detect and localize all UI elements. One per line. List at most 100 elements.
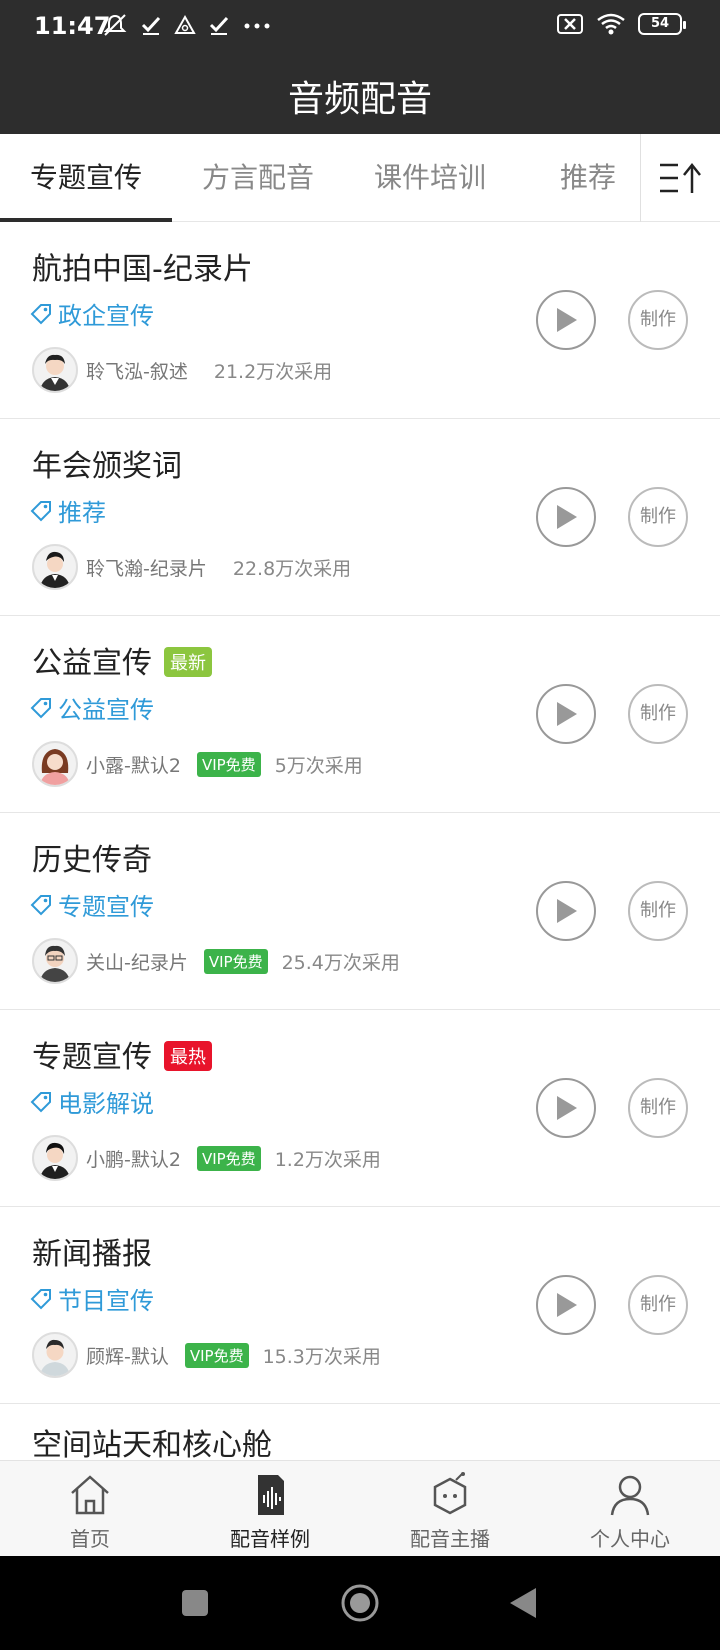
vip-free-badge: VIP免费 — [196, 751, 261, 777]
speaker-name: 聆飞泓-叙述 — [86, 360, 188, 383]
usage-count: 21.2万次采用 — [213, 360, 333, 383]
app-screen: 11:47 54 音频配音 专题宣传 方言配音 课件培训 推荐 航拍中国-纪录片… — [0, 0, 720, 1650]
item-title: 航拍中国-纪录片 — [32, 252, 253, 287]
wifi-icon — [597, 13, 625, 35]
nav-audio-samples[interactable]: 配音样例 — [180, 1461, 360, 1557]
make-button[interactable]: 制作 — [628, 684, 688, 744]
anchor-icon — [433, 1472, 467, 1515]
usage-count: 1.2万次采用 — [274, 1148, 381, 1171]
sim-off-icon — [557, 14, 583, 34]
menu-expand-icon — [659, 162, 701, 193]
nav-anchors[interactable]: 配音主播 — [360, 1461, 540, 1557]
list-item[interactable]: 航拍中国-纪录片 政企宣传 聆飞泓-叙述 21.2万次采用 制作 — [0, 222, 720, 419]
list-item[interactable]: 空间站天和核心舱 — [0, 1404, 720, 1460]
home-circle-icon[interactable] — [340, 1583, 380, 1623]
item-tag-label: 专题宣传 — [58, 893, 154, 921]
tab-fangyan[interactable]: 方言配音 — [202, 134, 314, 222]
item-title: 历史传奇 — [32, 843, 152, 878]
tag-icon — [30, 894, 51, 915]
tab-menu-button[interactable] — [640, 134, 720, 222]
play-icon — [557, 1096, 577, 1120]
new-badge: 最新 — [164, 647, 212, 677]
play-icon — [557, 308, 577, 332]
make-button[interactable]: 制作 — [628, 290, 688, 350]
play-icon — [557, 899, 577, 923]
usage-count: 5万次采用 — [274, 754, 363, 777]
usage-count: 15.3万次采用 — [262, 1345, 381, 1368]
vip-free-badge: VIP免费 — [203, 948, 268, 974]
list-item[interactable]: 公益宣传 最新 公益宣传 小露-默认2 VIP免费 5万次采用 制作 — [0, 616, 720, 813]
tab-kejian[interactable]: 课件培训 — [374, 134, 486, 222]
tag-icon — [30, 1091, 51, 1112]
nav-home-label: 首页 — [70, 1527, 110, 1551]
list-item[interactable]: 年会颁奖词 推荐 聆飞瀚-纪录片 22.8万次采用 制作 — [0, 419, 720, 616]
back-icon[interactable] — [508, 1586, 538, 1620]
item-title: 公益宣传 — [32, 646, 152, 681]
speaker-name: 顾辉-默认 — [86, 1345, 169, 1368]
avatar — [32, 544, 78, 590]
tab-tuijian[interactable]: 推荐 — [560, 134, 616, 222]
vip-free-badge: VIP免费 — [184, 1342, 249, 1368]
audio-sample-icon — [258, 1475, 284, 1515]
avatar — [32, 741, 78, 787]
recent-apps-icon[interactable] — [180, 1588, 210, 1618]
play-icon — [557, 505, 577, 529]
play-button[interactable] — [536, 487, 596, 547]
hot-badge: 最热 — [164, 1041, 212, 1071]
speaker-name: 关山-纪录片 — [86, 951, 188, 974]
item-tag-label: 节目宣传 — [58, 1287, 154, 1315]
speaker-name: 小鹏-默认2 — [86, 1148, 181, 1171]
item-tag-label: 政企宣传 — [58, 302, 154, 330]
make-button[interactable]: 制作 — [628, 1275, 688, 1335]
home-icon — [71, 1475, 109, 1515]
page-title: 音频配音 — [287, 79, 432, 120]
item-title: 专题宣传 — [32, 1040, 152, 1075]
triangle-icon — [174, 14, 196, 34]
play-button[interactable] — [536, 1275, 596, 1335]
tag-icon — [30, 697, 51, 718]
avatar — [32, 938, 78, 984]
play-button[interactable] — [536, 1078, 596, 1138]
category-tabs: 专题宣传 方言配音 课件培训 推荐 — [0, 134, 720, 222]
speaker-name: 聆飞瀚-纪录片 — [86, 557, 207, 580]
check-icon — [209, 16, 229, 35]
avatar — [32, 1135, 78, 1181]
item-title: 新闻播报 — [32, 1237, 152, 1272]
list-item[interactable]: 新闻播报 节目宣传 顾辉-默认 VIP免费 15.3万次采用 制作 — [0, 1207, 720, 1404]
make-button[interactable]: 制作 — [628, 1078, 688, 1138]
speaker-name: 小露-默认2 — [86, 754, 181, 777]
nav-profile[interactable]: 个人中心 — [540, 1461, 720, 1557]
vip-free-badge: VIP免费 — [196, 1145, 261, 1171]
app-header: 音频配音 — [0, 56, 720, 134]
item-tag-label: 推荐 — [58, 499, 106, 527]
list-item[interactable]: 专题宣传 最热 电影解说 小鹏-默认2 VIP免费 1.2万次采用 制作 — [0, 1010, 720, 1207]
play-button[interactable] — [536, 290, 596, 350]
usage-count: 25.4万次采用 — [281, 951, 400, 974]
tab-zhuanti[interactable]: 专题宣传 — [30, 134, 142, 222]
play-button[interactable] — [536, 684, 596, 744]
check-icon — [141, 16, 161, 35]
usage-count: 22.8万次采用 — [232, 557, 352, 580]
status-bar: 11:47 54 — [0, 0, 720, 56]
nav-audio-samples-label: 配音样例 — [230, 1527, 310, 1551]
status-time: 11:47 — [34, 12, 111, 40]
tag-icon — [30, 1288, 51, 1309]
system-nav-bar — [0, 1556, 720, 1650]
nav-home[interactable]: 首页 — [0, 1461, 180, 1557]
make-button[interactable]: 制作 — [628, 487, 688, 547]
bottom-navigation: 首页 配音样例 配音主播 个人中心 — [0, 1460, 720, 1556]
avatar — [32, 1332, 78, 1378]
make-button[interactable]: 制作 — [628, 881, 688, 941]
item-tag-label: 公益宣传 — [58, 696, 154, 724]
sample-list: 航拍中国-纪录片 政企宣传 聆飞泓-叙述 21.2万次采用 制作 年会颁奖词 推… — [0, 222, 720, 1460]
nav-anchors-label: 配音主播 — [410, 1527, 490, 1551]
play-button[interactable] — [536, 881, 596, 941]
tag-icon — [30, 500, 51, 521]
more-dots-icon — [244, 23, 270, 29]
avatar — [32, 347, 78, 393]
play-icon — [557, 1293, 577, 1317]
battery-icon: 54 — [638, 13, 686, 35]
list-item[interactable]: 历史传奇 专题宣传 关山-纪录片 VIP免费 25.4万次采用 制作 — [0, 813, 720, 1010]
item-title: 空间站天和核心舱 — [32, 1428, 272, 1460]
play-icon — [557, 702, 577, 726]
